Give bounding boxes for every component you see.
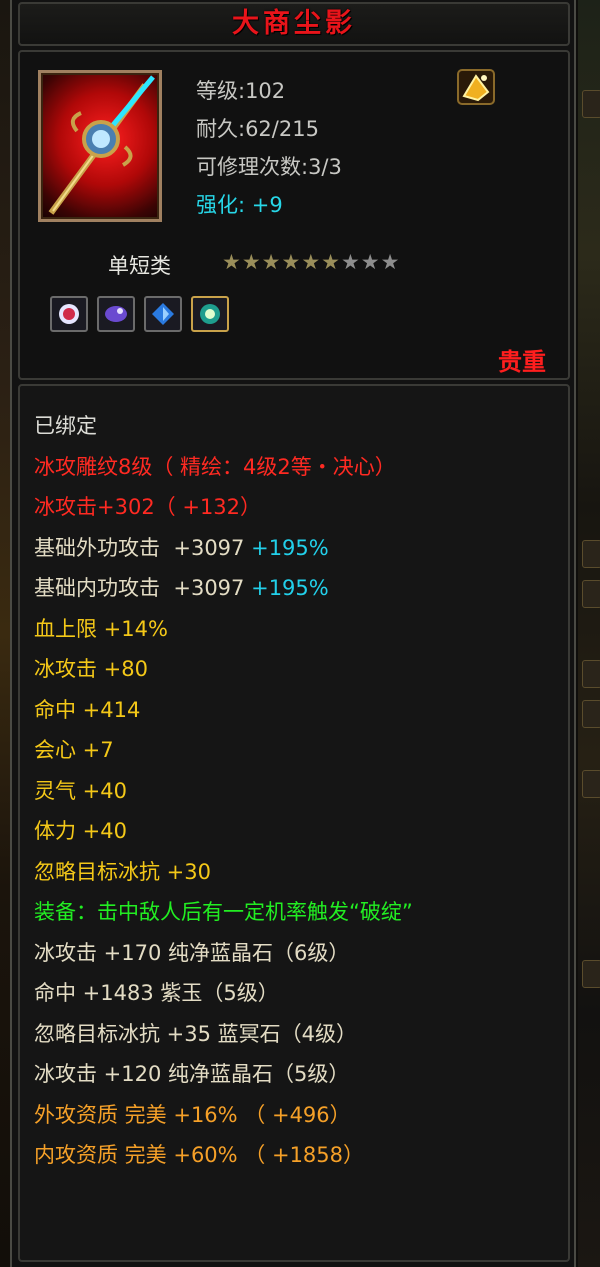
star-empty-icon: ★: [340, 250, 361, 274]
gem-bonus-line: 冰攻击 +170 纯净蓝晶石（6级）: [34, 940, 350, 965]
side-tab: [582, 960, 600, 988]
purple-gem-icon[interactable]: [97, 296, 136, 332]
attribute-box: 已绑定 冰攻雕纹8级（ 精绘：4级2等・决心） 冰攻击+302（ +132） 基…: [18, 384, 570, 1262]
internal-attack-line: 基础内功攻击 +3097 +195%: [34, 568, 554, 609]
item-summary-box: 等级:102 耐久:62/215 可修理次数:3/3 强化: +9 单短类 ★★…: [18, 50, 570, 380]
external-attack-value: +3097: [173, 535, 245, 560]
stat-line: 冰攻击 +80: [34, 657, 148, 681]
internal-attack-bonus: +195%: [251, 576, 329, 600]
gem-bonus-line: 忽略目标冰抗 +35 蓝冥石（4级）: [34, 1021, 358, 1046]
star-filled-icon: ★: [301, 250, 322, 274]
durability-text: 耐久:62/215: [196, 117, 319, 141]
enhance-value: +9: [251, 193, 283, 217]
stat-line: 命中 +414: [34, 697, 141, 722]
background-left-edge: [0, 0, 10, 1267]
gold-gem-badge-icon: [456, 68, 496, 106]
star-rating: ★★★★★★★★★: [222, 250, 400, 274]
star-filled-icon: ★: [261, 250, 282, 274]
side-tab: [582, 660, 600, 688]
gem-bonus-line: 命中 +1483 紫玉（5级）: [34, 981, 279, 1005]
green-gem-icon[interactable]: [191, 296, 230, 332]
background-right-edge: [578, 0, 600, 1267]
stat-line: 忽略目标冰抗 +30: [34, 859, 211, 884]
external-attack-bonus: +195%: [251, 535, 329, 560]
sword-icon[interactable]: [38, 70, 162, 222]
repair-count-text: 可修理次数:3/3: [196, 155, 342, 179]
red-gem-icon[interactable]: [50, 296, 88, 332]
blue-gem-icon[interactable]: [144, 296, 183, 332]
star-filled-icon: ★: [321, 250, 341, 274]
internal-attack-label: 基础内功攻击: [34, 576, 160, 600]
star-filled-icon: ★: [241, 250, 262, 274]
gem-bonus-line: 冰攻击 +120 纯净蓝晶石（5级）: [34, 1062, 350, 1086]
level-text: 等级:102: [196, 79, 286, 103]
quality-line: 外攻资质 完美 +16% （ +496）: [34, 1102, 351, 1127]
enhance-label: 强化:: [196, 193, 246, 217]
enhance-row: 强化: +9: [196, 186, 342, 224]
star-empty-icon: ★: [360, 250, 381, 274]
star-empty-icon: ★: [380, 250, 401, 274]
item-base-stats: 等级:102 耐久:62/215 可修理次数:3/3 强化: +9: [196, 72, 342, 224]
item-name: 大商尘影: [232, 8, 356, 39]
side-tab: [582, 540, 600, 568]
stat-line: 灵气 +40: [34, 778, 127, 803]
stat-line: 血上限 +14%: [34, 616, 168, 641]
side-tab: [582, 90, 600, 118]
weapon-category: 单短类: [108, 254, 171, 278]
item-tooltip: 大商尘影 等级:102 耐久:62/215 可修理次数:3/3 强化: +9 单…: [10, 0, 576, 1267]
rarity-label: 贵重: [498, 348, 546, 376]
stat-line: 体力 +40: [34, 819, 127, 843]
bound-status: 已绑定: [34, 414, 97, 438]
quality-line: 内攻资质 完美 +60% （ +1858）: [34, 1143, 365, 1167]
external-attack-line: 基础外功攻击 +3097 +195%: [34, 528, 554, 569]
engrave-line: 冰攻雕纹8级（ 精绘：4级2等・决心）: [34, 454, 396, 479]
side-tab: [582, 700, 600, 728]
external-attack-label: 基础外功攻击: [34, 535, 160, 560]
side-tab: [582, 770, 600, 798]
equip-effect-line: 装备：击中敌人后有一定机率触发“破绽”: [34, 900, 413, 924]
gem-sockets: [50, 296, 233, 336]
star-filled-icon: ★: [281, 250, 302, 274]
internal-attack-value: +3097: [173, 576, 245, 600]
attribute-list: 已绑定 冰攻雕纹8级（ 精绘：4级2等・决心） 冰攻击+302（ +132） 基…: [34, 406, 554, 1176]
title-bar: 大商尘影: [18, 2, 570, 46]
side-tab: [582, 580, 600, 608]
star-filled-icon: ★: [222, 250, 242, 274]
stat-line: 会心 +7: [34, 738, 114, 762]
ice-attack-line: 冰攻击+302（ +132）: [34, 495, 262, 519]
